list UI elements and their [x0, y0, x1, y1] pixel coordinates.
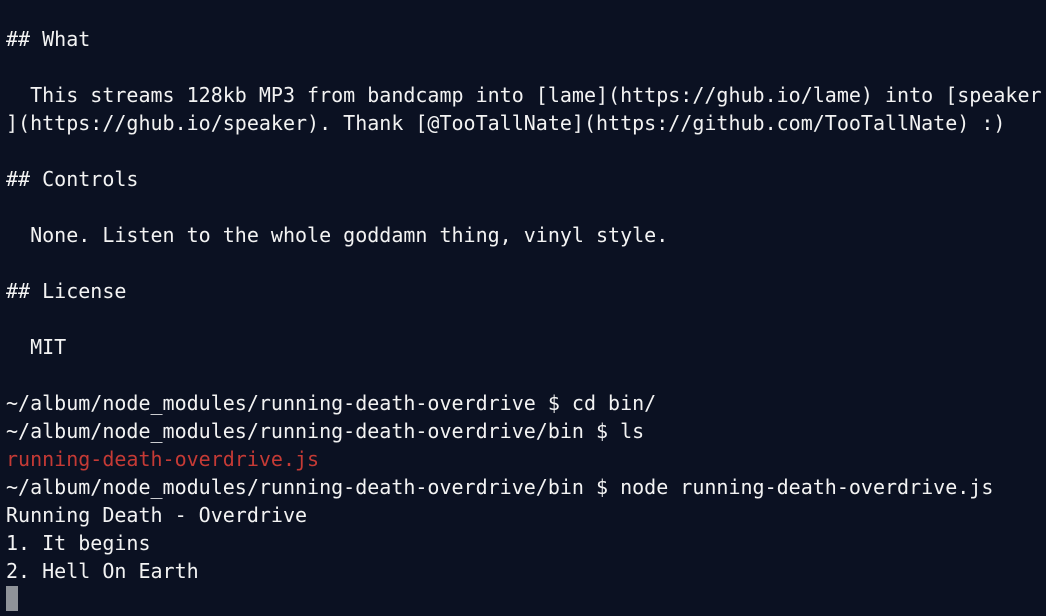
album-title: Running Death - Overdrive — [6, 503, 308, 527]
command-line-node: ~/album/node_modules/running-death-overd… — [6, 475, 994, 499]
description-line-2: ](https://ghub.io/speaker). Thank [@TooT… — [6, 111, 1006, 135]
section-heading-license: ## License — [6, 279, 127, 303]
controls-text: None. Listen to the whole goddamn thing,… — [6, 223, 669, 247]
command-line-ls: ~/album/node_modules/running-death-overd… — [6, 419, 645, 443]
command-line-cd: ~/album/node_modules/running-death-overd… — [6, 391, 657, 415]
file-output: running-death-overdrive.js — [6, 447, 320, 471]
license-text: MIT — [6, 335, 67, 359]
terminal-cursor[interactable] — [6, 586, 18, 611]
description-line-1: This streams 128kb MP3 from bandcamp int… — [6, 83, 1042, 107]
section-heading-what: ## What — [6, 27, 91, 51]
terminal-window[interactable]: ## What This streams 128kb MP3 from band… — [0, 0, 1046, 616]
track-item: 2. Hell On Earth — [6, 559, 199, 583]
track-item: 1. It begins — [6, 531, 151, 555]
section-heading-controls: ## Controls — [6, 167, 139, 191]
